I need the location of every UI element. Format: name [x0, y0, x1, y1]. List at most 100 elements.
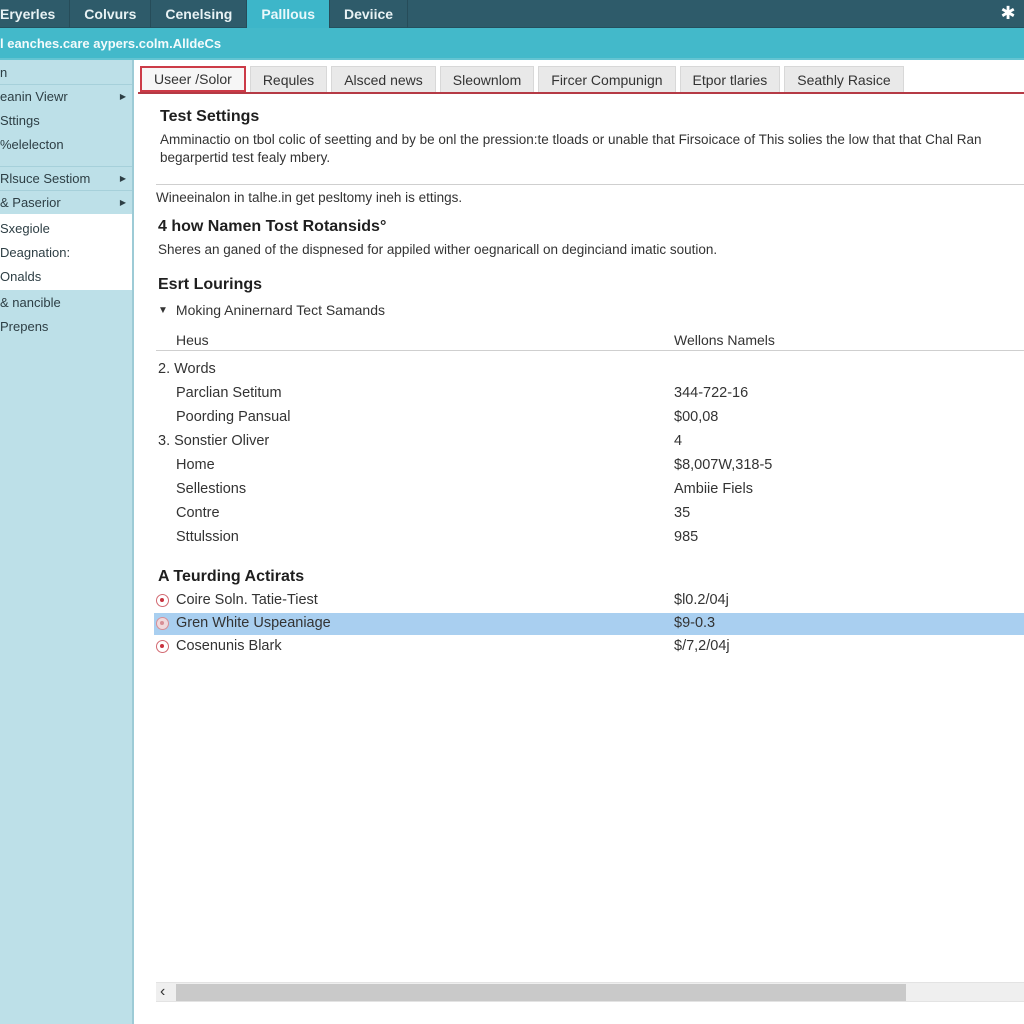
radio-button-icon[interactable] [156, 617, 169, 630]
action-value: $/7,2/04j [674, 638, 730, 654]
scroll-left-arrow-icon[interactable]: ‹ [160, 983, 165, 1001]
chevron-right-icon: ▶ [119, 174, 126, 183]
row-value: $00,08 [674, 409, 719, 425]
top-tab-palllous[interactable]: Palllous [247, 0, 330, 28]
triangle-down-icon: ▼ [158, 304, 168, 316]
table-row[interactable]: Home $8,007W,318-5 [156, 454, 1024, 478]
sidebar-item-label: Deagnation: [0, 244, 71, 260]
row-value: 344-722-16 [674, 385, 749, 401]
table-row[interactable]: Sttulssion 985 [156, 526, 1024, 550]
content-tab-bar: Useer /Solor Requles Alsced news Sleownl… [138, 66, 1024, 94]
description-line-2: begarpertid test fealy mbery. [160, 150, 331, 165]
section-heading-lourings: Esrt Lourings [158, 276, 263, 293]
sidebar-item-label: Prepens [0, 318, 49, 334]
top-tab-bar: Eryerles Colvurs Cenelsing Palllous Devi… [0, 0, 1024, 28]
sidebar-item-eanin-viewr[interactable]: eanin Viewr ▶ [0, 84, 132, 108]
page-title: Test Settings [160, 108, 260, 125]
tab-alsced-news[interactable]: Alsced news [331, 66, 436, 92]
tree-toggle[interactable]: ▼ Moking Aninernard Tect Samands [158, 302, 385, 318]
sidebar-item-label: & Paserior [0, 195, 61, 210]
section-heading-actirats: A Teurding Actirats [158, 568, 305, 585]
action-row[interactable]: Coire Soln. Tatie-Tiest $l0.2/04j [154, 590, 1024, 612]
sidebar-item-label: eanin Viewr [0, 89, 68, 104]
sidebar-item-deagnation[interactable]: Deagnation: [0, 240, 132, 264]
sidebar-item-sxegiole[interactable]: Sxegiole [0, 216, 132, 240]
description-line-1: Amminactio on tbol colic of seetting and… [160, 132, 982, 147]
action-value: $9-0.3 [674, 615, 716, 631]
row-label: 3. Sonstier Oliver [158, 433, 270, 449]
table-row[interactable]: 3. Sonstier Oliver 4 [156, 430, 1024, 454]
divider [156, 184, 1024, 185]
action-label: Gren White Uspeaniage [176, 615, 331, 631]
sidebar-item-label: & nancible [0, 294, 61, 310]
table-row[interactable]: Parclian Setitum 344-722-16 [156, 382, 1024, 406]
sidebar-item-label: Onalds [0, 268, 42, 284]
action-label: Cosenunis Blark [176, 638, 282, 654]
asterisk-settings-icon[interactable]: ✱ [996, 0, 1020, 27]
table-row[interactable]: Contre 35 [156, 502, 1024, 526]
column-header-wellons-namels[interactable]: Wellons Namels [674, 332, 775, 348]
row-value: 4 [674, 433, 683, 449]
sidebar-item-rlsuce-sestiom[interactable]: Rlsuce Sestiom ▶ [0, 166, 132, 190]
row-label: Home [176, 457, 215, 473]
chevron-right-icon: ▶ [119, 198, 126, 207]
top-tab-eryerles[interactable]: Eryerles [0, 0, 71, 28]
sidebar-item-label: %elelecton [0, 136, 64, 152]
settings-note: Wineeinalon in talhe.in get pesltomy ine… [156, 190, 463, 205]
tab-sleownlom[interactable]: Sleownlom [439, 66, 535, 92]
action-label: Coire Soln. Tatie-Tiest [176, 592, 318, 608]
table-row[interactable]: 2. Words [156, 358, 1024, 382]
action-value: $l0.2/04j [674, 592, 729, 608]
row-label: Sttulssion [176, 529, 239, 545]
top-bar-spacer [408, 0, 996, 27]
sidebar-white-group: Sxegiole Deagnation: Onalds [0, 214, 132, 290]
horizontal-scrollbar[interactable]: ‹ [156, 982, 1024, 1002]
tab-etpor-tlaries[interactable]: Etpor tlaries [679, 66, 781, 92]
sidebar-item-label: Sttings [0, 112, 40, 128]
chevron-right-icon: ▶ [119, 92, 126, 101]
row-value: Ambiie Fiels [674, 481, 753, 497]
sidebar: n eanin Viewr ▶ Sttings %elelecton Rlsuc… [0, 60, 134, 1024]
main-content: Test Settings Amminactio on tbol colic o… [136, 96, 1024, 1024]
table-row[interactable]: Sellestions Ambiie Fiels [156, 478, 1024, 502]
radio-button-icon[interactable] [156, 640, 169, 653]
row-label: 2. Words [158, 361, 216, 377]
sidebar-item-onalds[interactable]: Onalds [0, 264, 132, 288]
sidebar-item-nancible[interactable]: & nancible [0, 290, 132, 314]
sidebar-item-label: Rlsuce Sestiom [0, 171, 91, 186]
address-bar[interactable]: l eanches.care aypers.colm.AlldeCs [0, 28, 1024, 60]
tab-fircer-compunign[interactable]: Fircer Compunign [538, 66, 676, 92]
row-label: Contre [176, 505, 220, 521]
row-label: Parclian Setitum [176, 385, 282, 401]
section-heading-rotansids: 4 how Namen Tost Rotansids° [158, 218, 387, 235]
address-url[interactable]: l eanches.care aypers.colm.AlldeCs [0, 36, 221, 51]
row-label: Poording Pansual [176, 409, 291, 425]
section-description: Sheres an ganed of the dispnesed for app… [158, 242, 718, 257]
top-tab-cenelsing[interactable]: Cenelsing [151, 0, 248, 28]
top-tab-deviice[interactable]: Deviice [330, 0, 409, 28]
tab-requles[interactable]: Requles [249, 66, 328, 92]
column-header-heus[interactable]: Heus [176, 332, 209, 348]
tab-seathly-rasice[interactable]: Seathly Rasice [784, 66, 904, 92]
radio-button-icon[interactable] [156, 594, 169, 607]
sidebar-item-paserior[interactable]: & Paserior ▶ [0, 190, 132, 214]
top-tab-colvurs[interactable]: Colvurs [70, 0, 152, 28]
sidebar-item-label: Sxegiole [0, 220, 50, 236]
sidebar-item-sttings[interactable]: Sttings [0, 108, 132, 132]
tree-label: Moking Aninernard Tect Samands [175, 302, 385, 318]
tab-useer-solor[interactable]: Useer /Solor [140, 66, 246, 92]
action-row-selected[interactable]: Gren White Uspeaniage $9-0.3 [154, 613, 1024, 635]
row-label: Sellestions [176, 481, 247, 497]
scrollbar-thumb[interactable] [176, 984, 906, 1001]
row-value: 985 [674, 529, 699, 545]
table-row[interactable]: Poording Pansual $00,08 [156, 406, 1024, 430]
sidebar-item-label: n [0, 64, 8, 80]
header-divider [156, 350, 1024, 351]
sidebar-item-elelecton[interactable]: %elelecton [0, 132, 132, 156]
row-value: $8,007W,318-5 [674, 457, 773, 473]
row-value: 35 [674, 505, 691, 521]
sidebar-item-prepens[interactable]: Prepens [0, 314, 132, 338]
sidebar-item-n[interactable]: n [0, 60, 132, 84]
action-row[interactable]: Cosenunis Blark $/7,2/04j [154, 636, 1024, 658]
